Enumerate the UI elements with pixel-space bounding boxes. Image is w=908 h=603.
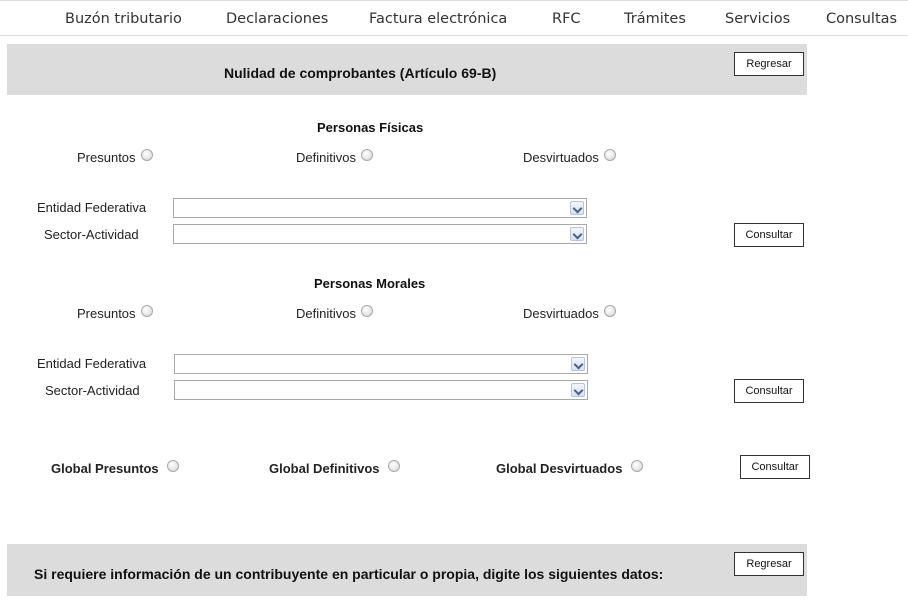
chevron-down-icon (570, 201, 584, 215)
fisicas-entidad-label: Entidad Federativa (37, 200, 147, 215)
fisicas-desvirtuados-radio[interactable] (604, 149, 616, 161)
morales-sector-select[interactable] (174, 380, 588, 400)
global-presuntos-label: Global Presuntos (51, 461, 159, 476)
fisicas-sector-label: Sector-Actividad (44, 227, 139, 242)
morales-entidad-select[interactable] (174, 354, 588, 374)
morales-definitivos-label: Definitivos (296, 306, 356, 321)
fisicas-sector-select[interactable] (173, 224, 587, 244)
section-title-personas-morales: Personas Morales (314, 276, 426, 291)
fisicas-consultar-button[interactable]: Consultar (734, 223, 804, 247)
nav-item-buzon-tributario[interactable]: Buzón tributario (65, 11, 182, 27)
chevron-down-icon (571, 357, 585, 371)
back-button-top[interactable]: Regresar (734, 52, 804, 76)
footer-band: Si requiere información de un contribuye… (7, 544, 807, 596)
morales-entidad-label: Entidad Federativa (37, 356, 147, 371)
nav-item-tramites[interactable]: Trámites (624, 11, 686, 27)
morales-desvirtuados-label: Desvirtuados (523, 306, 599, 321)
nav-item-factura-electronica[interactable]: Factura electrónica (369, 11, 507, 27)
morales-presuntos-label: Presuntos (77, 306, 136, 321)
global-desvirtuados-radio[interactable] (631, 460, 643, 472)
fisicas-presuntos-label: Presuntos (77, 150, 136, 165)
back-button-bottom[interactable]: Regresar (734, 552, 804, 576)
fisicas-definitivos-radio[interactable] (361, 149, 373, 161)
fisicas-desvirtuados-label: Desvirtuados (523, 150, 599, 165)
chevron-down-icon (571, 383, 585, 397)
global-presuntos-radio[interactable] (167, 460, 179, 472)
nav-item-declaraciones[interactable]: Declaraciones (226, 11, 328, 27)
page-title: Nulidad de comprobantes (Artículo 69-B) (224, 65, 497, 81)
global-definitivos-label: Global Definitivos (269, 461, 380, 476)
morales-presuntos-radio[interactable] (141, 305, 153, 317)
global-consultar-button[interactable]: Consultar (740, 455, 810, 479)
section-title-personas-fisicas: Personas Físicas (317, 120, 424, 135)
chevron-down-icon (570, 227, 584, 241)
fisicas-entidad-select[interactable] (173, 198, 587, 218)
top-navigation: Buzón tributario Declaraciones Factura e… (0, 0, 908, 36)
nav-item-servicios[interactable]: Servicios (725, 11, 790, 27)
nav-item-consultas[interactable]: Consultas (826, 11, 897, 27)
nav-item-rfc[interactable]: RFC (552, 11, 581, 27)
morales-consultar-button[interactable]: Consultar (734, 379, 804, 403)
morales-definitivos-radio[interactable] (361, 305, 373, 317)
global-definitivos-radio[interactable] (388, 460, 400, 472)
global-desvirtuados-label: Global Desvirtuados (496, 461, 623, 476)
morales-desvirtuados-radio[interactable] (604, 305, 616, 317)
header-band: Nulidad de comprobantes (Artículo 69-B) … (7, 44, 807, 95)
footer-title: Si requiere información de un contribuye… (34, 566, 664, 582)
fisicas-definitivos-label: Definitivos (296, 150, 356, 165)
morales-sector-label: Sector-Actividad (45, 383, 140, 398)
fisicas-presuntos-radio[interactable] (141, 149, 153, 161)
